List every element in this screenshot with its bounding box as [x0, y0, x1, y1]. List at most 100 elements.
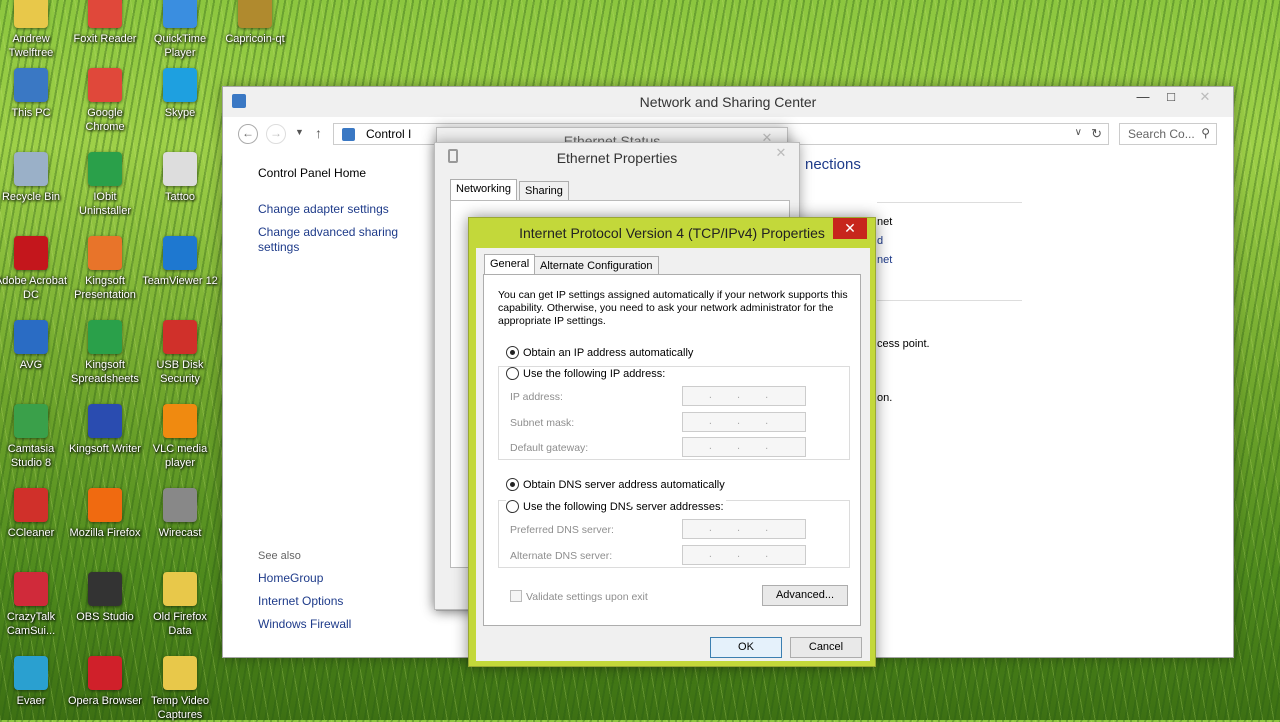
desktop-icon[interactable]: Adobe Acrobat DC	[0, 236, 69, 302]
usb-security-icon	[163, 320, 197, 354]
control-panel-home-link[interactable]: Control Panel Home	[258, 166, 366, 181]
desktop-icon-label: Recycle Bin	[1, 191, 61, 203]
divider	[877, 202, 1022, 203]
ipv4-close-button[interactable]: ✕	[833, 218, 867, 239]
desktop-icon[interactable]: CCleaner	[0, 488, 69, 540]
desktop-icon-label: Kingsoft Presentation	[74, 275, 136, 301]
desktop-icon[interactable]: Tattoo	[142, 152, 218, 204]
desktop-icon[interactable]: Old Firefox Data	[142, 572, 218, 638]
alternate-dns-field: . . .	[682, 545, 806, 565]
shortcut-icon	[163, 152, 197, 186]
homegroup-link[interactable]: HomeGroup	[258, 571, 323, 586]
desktop-icon-label: This PC	[11, 107, 51, 119]
desktop-icon-label: AVG	[19, 359, 43, 371]
nsc-titlebar[interactable]: Network and Sharing Center — □ ✕	[223, 87, 1233, 117]
obtain-dns-automatically-radio[interactable]: Obtain DNS server address automatically	[506, 478, 725, 491]
use-following-dns-label: Use the following DNS server addresses:	[523, 501, 724, 513]
address-dropdown-icon[interactable]: ∨	[1075, 127, 1082, 138]
desktop-icon[interactable]: Andrew Twelftree	[0, 0, 69, 60]
ip-address-label: IP address:	[510, 391, 563, 403]
evaer-icon	[14, 656, 48, 690]
up-button[interactable]: ↑	[315, 125, 322, 141]
desktop-icon[interactable]: Kingsoft Spreadsheets	[67, 320, 143, 386]
folder-icon	[163, 656, 197, 690]
user-folder-icon	[14, 0, 48, 28]
maximize-button[interactable]: □	[1155, 87, 1187, 109]
close-button[interactable]: ✕	[1185, 87, 1225, 109]
desktop-icon-label: Kingsoft Spreadsheets	[71, 359, 139, 385]
search-input[interactable]: Search Co... ⚲	[1119, 123, 1217, 145]
desktop-icon[interactable]: Mozilla Firefox	[67, 488, 143, 540]
use-following-ip-radio[interactable]: Use the following IP address:	[506, 367, 668, 380]
foxit-icon	[88, 0, 122, 28]
advanced-button[interactable]: Advanced...	[762, 585, 848, 606]
desktop-icon-label: Foxit Reader	[73, 33, 137, 45]
desktop-icon[interactable]: Foxit Reader	[67, 0, 143, 46]
desktop-icon[interactable]: AVG	[0, 320, 69, 372]
desktop-icon[interactable]: OBS Studio	[67, 572, 143, 624]
ccleaner-icon	[14, 488, 48, 522]
tab-networking[interactable]: Networking	[450, 179, 518, 201]
kingsoft-spreadsheets-icon	[88, 320, 122, 354]
desktop-icon-label: CCleaner	[7, 527, 55, 539]
desktop-icon[interactable]: VLC media player	[142, 404, 218, 470]
ip-address-field: . . .	[682, 386, 806, 406]
desktop-icon-label: VLC media player	[152, 443, 208, 469]
change-adapter-settings-link[interactable]: Change adapter settings	[258, 202, 389, 217]
connection-fragment-3[interactable]: net	[877, 254, 892, 266]
firefox-icon	[88, 488, 122, 522]
desktop-icon[interactable]: Google Chrome	[67, 68, 143, 134]
desktop-icon[interactable]: IObit Uninstaller	[67, 152, 143, 218]
desktop-icon[interactable]: Kingsoft Presentation	[67, 236, 143, 302]
tab-sharing[interactable]: Sharing	[519, 181, 569, 201]
use-following-dns-radio[interactable]: Use the following DNS server addresses:	[506, 500, 726, 513]
iobit-icon	[88, 152, 122, 186]
ok-button[interactable]: OK	[710, 637, 782, 658]
default-gateway-field: . . .	[682, 437, 806, 457]
desktop-icon-label: Skype	[164, 107, 196, 119]
tab-general[interactable]: General	[484, 254, 536, 276]
change-advanced-sharing-link[interactable]: Change advanced sharing settings	[258, 225, 408, 255]
desktop-icon[interactable]: Opera Browser	[67, 656, 143, 708]
tab-alternate-configuration[interactable]: Alternate Configuration	[534, 256, 659, 276]
preferred-dns-label: Preferred DNS server:	[510, 524, 614, 536]
desktop-icon[interactable]: QuickTime Player	[142, 0, 218, 60]
desktop-icon[interactable]: USB Disk Security	[142, 320, 218, 386]
desktop-icon-label: Wirecast	[158, 527, 202, 539]
preferred-dns-field: . . .	[682, 519, 806, 539]
desktop-icon-label: Evaer	[16, 695, 46, 707]
ethernet-properties-close-button[interactable]: ✕	[765, 143, 797, 165]
desktop-icon[interactable]: Wirecast	[142, 488, 218, 540]
refresh-icon[interactable]: ↻	[1091, 126, 1102, 142]
desktop-icon[interactable]: CrazyTalk CamSui...	[0, 572, 69, 638]
option-fragment: on.	[877, 392, 893, 404]
kingsoft-writer-icon	[88, 404, 122, 438]
desktop-icon[interactable]: Capricoin-qt	[217, 0, 293, 46]
recent-locations-icon[interactable]: ▼	[295, 127, 304, 137]
desktop-icon[interactable]: TeamViewer 12	[142, 236, 218, 288]
desktop-icon[interactable]: Evaer	[0, 656, 69, 708]
divider	[877, 300, 1022, 301]
desktop-icon[interactable]: Skype	[142, 68, 218, 120]
back-button[interactable]: ←	[238, 124, 258, 144]
avg-icon	[14, 320, 48, 354]
desktop-icon[interactable]: Kingsoft Writer	[67, 404, 143, 456]
recycle-bin-icon	[14, 152, 48, 186]
desktop-icon[interactable]: Recycle Bin	[0, 152, 69, 204]
desktop-icon-label: USB Disk Security	[156, 359, 204, 385]
desktop-icon[interactable]: Temp Video Captures	[142, 656, 218, 722]
desktop-icon[interactable]: Camtasia Studio 8	[0, 404, 69, 470]
subnet-mask-field: . . .	[682, 412, 806, 432]
obtain-ip-automatically-radio[interactable]: Obtain an IP address automatically	[506, 346, 693, 359]
desktop-icon-label: Mozilla Firefox	[69, 527, 141, 539]
windows-firewall-link[interactable]: Windows Firewall	[258, 617, 351, 632]
cancel-button[interactable]: Cancel	[790, 637, 862, 658]
forward-button[interactable]: →	[266, 124, 286, 144]
acrobat-icon	[14, 236, 48, 270]
access-point-fragment: cess point.	[877, 338, 930, 350]
desktop-icon[interactable]: This PC	[0, 68, 69, 120]
use-following-ip-label: Use the following IP address:	[523, 368, 666, 380]
connection-fragment-2[interactable]: d	[877, 235, 883, 247]
general-panel: You can get IP settings assigned automat…	[483, 274, 861, 626]
internet-options-link[interactable]: Internet Options	[258, 594, 343, 609]
